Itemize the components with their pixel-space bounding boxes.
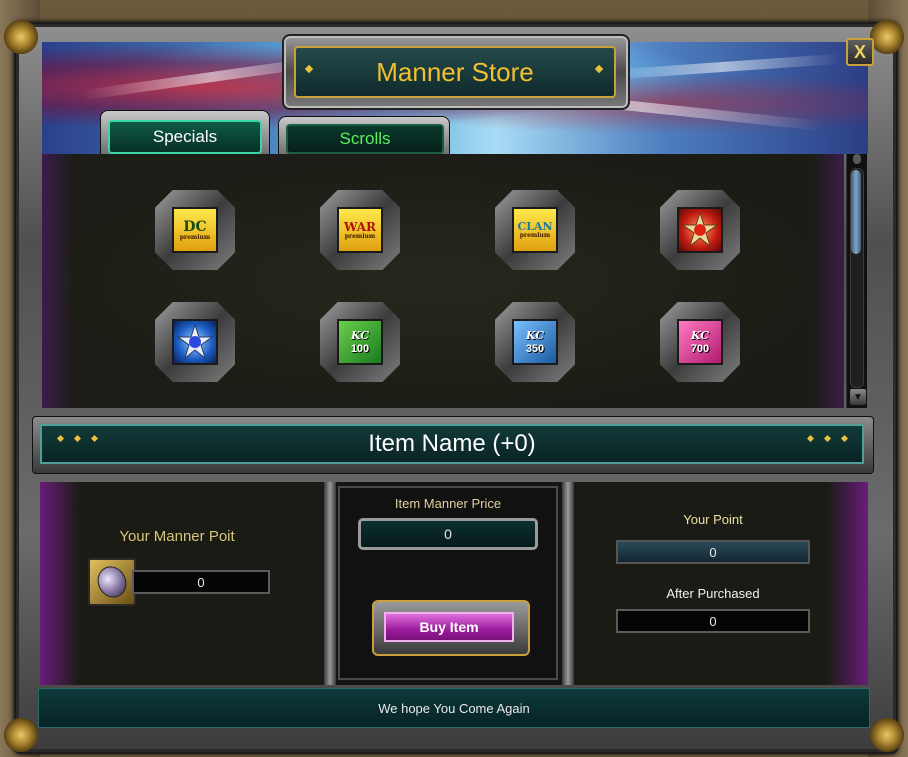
your-point-value: 0 — [616, 540, 810, 564]
name-ornament-right — [806, 434, 849, 443]
item-slot[interactable]: KC 350 — [495, 302, 575, 382]
item-slot[interactable]: KC 100 — [320, 302, 400, 382]
scroll-thumb[interactable] — [851, 170, 861, 254]
corner-ornament — [870, 718, 904, 752]
item-slot[interactable] — [660, 190, 740, 270]
corner-ornament — [4, 20, 38, 54]
window-title: Manner Store — [294, 46, 616, 98]
panel-divider — [324, 482, 336, 685]
your-point-label: Your Point — [683, 512, 743, 527]
kc-scroll-350-icon: KC 350 — [512, 319, 558, 365]
footer-message: We hope You Come Again — [38, 688, 870, 728]
chevron-down-icon: ▼ — [853, 391, 863, 403]
scroll-down-button[interactable]: ▼ — [849, 388, 867, 406]
corner-ornament — [4, 718, 38, 752]
your-manner-label: Your Manner Poit — [119, 528, 235, 545]
kc-scroll-100-icon: KC 100 — [337, 319, 383, 365]
scroll-up-cap — [853, 154, 861, 164]
clan-premium-icon: CLAN premium — [512, 207, 558, 253]
tab-specials[interactable]: Specials — [108, 120, 262, 154]
blue-star-gem-icon — [172, 319, 218, 365]
item-name: Item Name (+0) — [40, 424, 864, 464]
your-manner-value: 0 — [132, 570, 270, 594]
item-price-label: Item Manner Price — [394, 496, 502, 511]
corner-ornament — [870, 20, 904, 54]
war-premium-icon: WAR premium — [337, 207, 383, 253]
kc-scroll-700-icon: KC 700 — [677, 319, 723, 365]
item-slot[interactable]: DC premium — [155, 190, 235, 270]
item-slot[interactable] — [155, 302, 235, 382]
manner-coin-icon — [88, 558, 136, 606]
dc-premium-icon: DC premium — [172, 207, 218, 253]
panel-divider — [562, 482, 574, 685]
red-star-gem-icon — [677, 207, 723, 253]
close-button[interactable]: X — [846, 38, 874, 66]
buy-item-button[interactable]: Buy Item — [384, 612, 514, 642]
after-purchased-value: 0 — [616, 609, 810, 633]
tab-scrolls[interactable]: Scrolls — [286, 124, 444, 154]
item-slot[interactable]: CLAN premium — [495, 190, 575, 270]
item-scrollbar[interactable]: ▼ — [846, 154, 867, 408]
item-slot[interactable]: KC 700 — [660, 302, 740, 382]
item-price-value: 0 — [358, 518, 538, 550]
item-slot[interactable]: WAR premium — [320, 190, 400, 270]
after-purchased-label: After Purchased — [666, 586, 760, 601]
name-ornament-left — [56, 434, 99, 443]
